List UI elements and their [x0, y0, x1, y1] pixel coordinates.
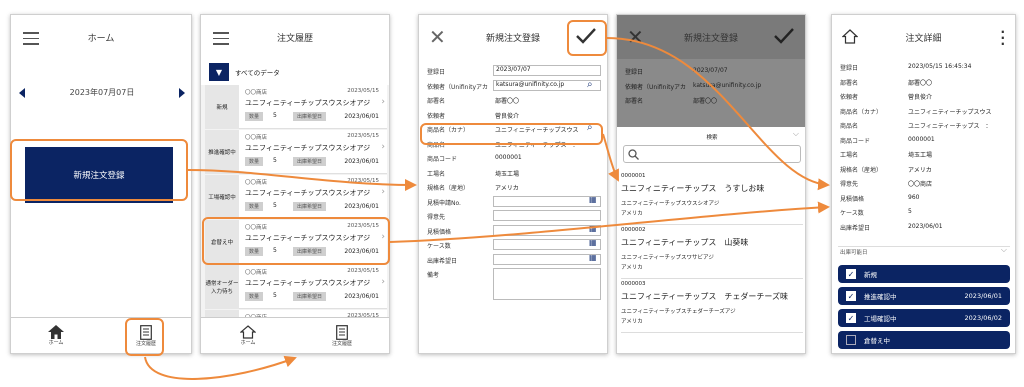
- flow-arrows: [144, 37, 830, 380]
